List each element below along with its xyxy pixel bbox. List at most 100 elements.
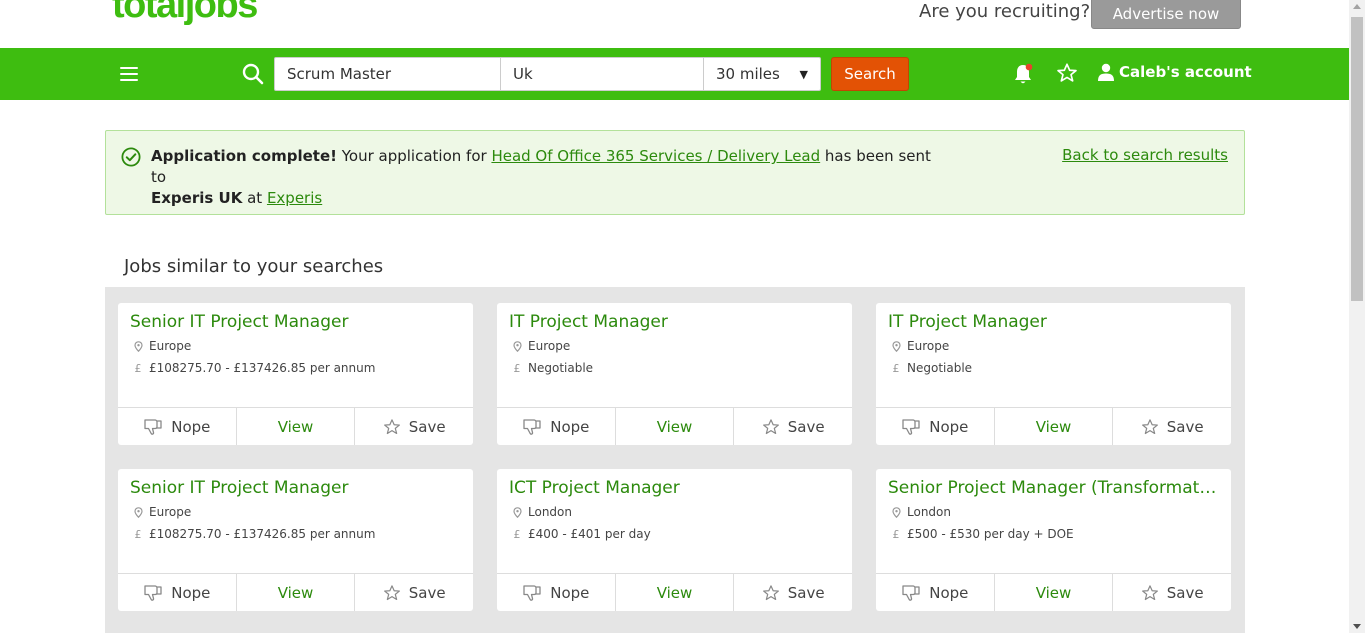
save-button[interactable]: Save	[1112, 574, 1231, 611]
job-location-text: Europe	[528, 339, 571, 353]
job-location-text: Europe	[149, 505, 192, 519]
save-button[interactable]: Save	[733, 574, 852, 611]
location-pin-icon	[511, 340, 523, 352]
thumbs-down-icon	[902, 418, 920, 435]
alert-text-part: at	[242, 189, 267, 207]
applied-job-link[interactable]: Head Of Office 365 Services / Delivery L…	[491, 147, 820, 165]
job-salary: £ £108275.70 - £137426.85 per annum	[132, 527, 376, 541]
job-location: London	[511, 505, 572, 519]
job-card: Senior Project Manager (Transformation) …	[876, 469, 1231, 611]
location-pin-icon	[132, 340, 144, 352]
job-salary-text: Negotiable	[528, 361, 594, 375]
pound-icon: £	[513, 361, 521, 375]
save-label: Save	[408, 583, 446, 602]
job-salary-text: £400 - £401 per day	[528, 527, 651, 541]
scroll-up-arrow-icon[interactable]	[1353, 4, 1361, 9]
nope-label: Nope	[929, 417, 969, 436]
job-title-link[interactable]: IT Project Manager	[509, 312, 840, 332]
nope-button[interactable]: Nope	[118, 408, 236, 445]
search-button[interactable]: Search	[831, 57, 909, 91]
location-pin-icon	[890, 340, 902, 352]
save-label: Save	[1166, 583, 1204, 602]
job-card: Senior IT Project Manager Europe £ £10827…	[118, 469, 473, 611]
job-title-link[interactable]: ICT Project Manager	[509, 478, 840, 498]
thumbs-down-icon	[144, 418, 162, 435]
top-header: totaljobs Are you recruiting? Advertise …	[0, 0, 1349, 48]
nope-button[interactable]: Nope	[118, 574, 236, 611]
job-card: IT Project Manager Europe £ Negotiable No…	[497, 303, 852, 445]
account-label: Caleb's account	[1119, 63, 1252, 81]
job-salary: £ Negotiable	[511, 361, 594, 375]
card-actions: Nope View Save	[118, 407, 473, 445]
job-salary-text: £108275.70 - £137426.85 per annum	[149, 527, 376, 541]
pound-icon: £	[892, 527, 900, 541]
search-icon[interactable]	[241, 62, 265, 86]
radius-select[interactable]: 30 miles ▼	[703, 57, 821, 91]
thumbs-down-icon	[144, 584, 162, 601]
location-pin-icon	[132, 506, 144, 518]
alert-text-part: Your application for	[336, 147, 492, 165]
section-title: Jobs similar to your searches	[124, 256, 384, 277]
job-title-link[interactable]: IT Project Manager	[888, 312, 1219, 332]
back-to-search-results-link[interactable]: Back to search results	[1062, 146, 1228, 164]
alert-message: Application complete! Your application f…	[151, 146, 931, 209]
job-salary-text: £108275.70 - £137426.85 per annum	[149, 361, 376, 375]
job-card: IT Project Manager Europe £ Negotiable No…	[876, 303, 1231, 445]
save-button[interactable]: Save	[354, 574, 473, 611]
nope-button[interactable]: Nope	[497, 408, 615, 445]
job-card: ICT Project Manager London £ £400 - £401 …	[497, 469, 852, 611]
view-button[interactable]: View	[235, 408, 355, 445]
view-button[interactable]: View	[614, 408, 734, 445]
card-actions: Nope View Save	[876, 407, 1231, 445]
job-title-link[interactable]: Senior Project Manager (Transformation)	[888, 478, 1219, 498]
alert-title: Application complete!	[151, 147, 337, 165]
job-title-link[interactable]: Senior IT Project Manager	[130, 312, 461, 332]
job-location: Europe	[511, 339, 570, 353]
save-label: Save	[1166, 417, 1204, 436]
scroll-down-arrow-icon[interactable]	[1353, 624, 1361, 629]
job-location: Europe	[890, 339, 949, 353]
card-actions: Nope View Save	[118, 573, 473, 611]
card-actions: Nope View Save	[876, 573, 1231, 611]
nope-button[interactable]: Nope	[876, 574, 994, 611]
job-location: Europe	[132, 505, 191, 519]
nope-button[interactable]: Nope	[876, 408, 994, 445]
star-icon	[1141, 584, 1158, 600]
company-link[interactable]: Experis	[267, 189, 322, 207]
thumbs-down-icon	[523, 418, 541, 435]
save-button[interactable]: Save	[1112, 408, 1231, 445]
job-salary-text: £500 - £530 per day + DOE	[907, 527, 1074, 541]
page-scrollbar[interactable]	[1349, 0, 1365, 633]
nope-label: Nope	[550, 417, 590, 436]
save-button[interactable]: Save	[733, 408, 852, 445]
job-location-text: Europe	[149, 339, 192, 353]
location-input[interactable]: Uk	[500, 57, 704, 91]
nope-label: Nope	[929, 583, 969, 602]
notification-bell-icon[interactable]	[1012, 62, 1034, 86]
check-circle-icon	[121, 147, 141, 167]
location-pin-icon	[890, 506, 902, 518]
saved-jobs-star-icon[interactable]	[1056, 62, 1078, 84]
view-button[interactable]: View	[993, 574, 1113, 611]
scrollbar-thumb[interactable]	[1351, 17, 1363, 301]
totaljobs-logo[interactable]: totaljobs	[112, 0, 258, 24]
star-icon	[1141, 418, 1158, 434]
hamburger-menu-icon[interactable]	[120, 67, 138, 81]
job-location-text: Europe	[907, 339, 950, 353]
job-location-text: London	[907, 505, 951, 519]
save-label: Save	[408, 417, 446, 436]
save-button[interactable]: Save	[354, 408, 473, 445]
view-button[interactable]: View	[993, 408, 1113, 445]
recruiting-text: Are you recruiting?	[919, 1, 1091, 22]
card-actions: Nope View Save	[497, 573, 852, 611]
job-title-link[interactable]: Senior IT Project Manager	[130, 478, 461, 498]
nope-button[interactable]: Nope	[497, 574, 615, 611]
job-salary: £ £400 - £401 per day	[511, 527, 651, 541]
view-button[interactable]: View	[614, 574, 734, 611]
job-title-input[interactable]: Scrum Master	[274, 57, 501, 91]
view-button[interactable]: View	[235, 574, 355, 611]
advertise-now-button[interactable]: Advertise now	[1091, 0, 1241, 29]
account-menu[interactable]: Caleb's account	[1097, 63, 1252, 81]
application-complete-alert: Application complete! Your application f…	[105, 130, 1245, 215]
pound-icon: £	[134, 527, 142, 541]
